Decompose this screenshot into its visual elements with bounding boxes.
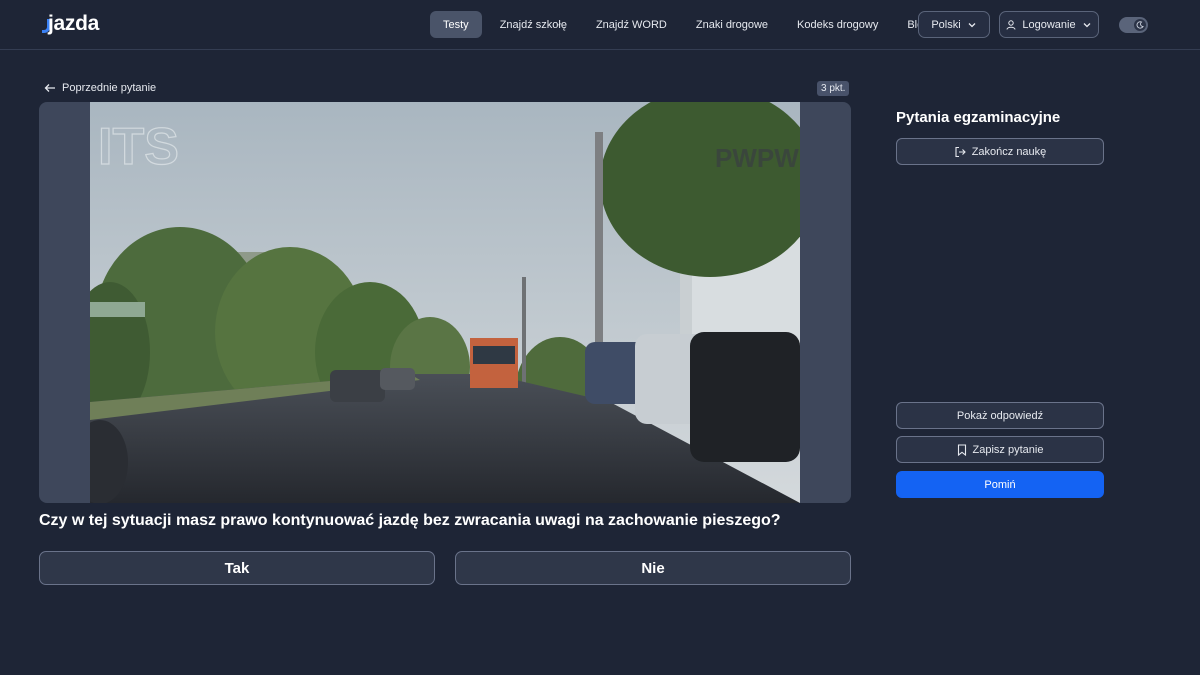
skip-button[interactable]: Pomiń (896, 471, 1104, 498)
skip-label: Pomiń (984, 478, 1016, 491)
pwpw-watermark: PWPW (715, 143, 799, 173)
answer-no-button[interactable]: Nie (455, 551, 851, 585)
save-question-button[interactable]: Zapisz pytanie (896, 436, 1104, 463)
nav-find-word[interactable]: Znajdź WORD (583, 11, 680, 38)
chevron-down-icon (968, 22, 976, 27)
points-badge: 3 pkt. (817, 81, 850, 96)
login-dropdown[interactable]: Logowanie (999, 11, 1099, 38)
logo[interactable]: jazda (42, 12, 99, 36)
nav-find-school[interactable]: Znajdź szkołę (487, 11, 580, 38)
previous-question-link[interactable]: Poprzednie pytanie (44, 80, 156, 96)
nav-tests[interactable]: Testy (430, 11, 482, 38)
logo-text: jazda (48, 12, 100, 35)
show-answer-label: Pokaż odpowiedź (956, 409, 1044, 422)
theme-toggle[interactable] (1119, 17, 1148, 33)
answer-yes-button[interactable]: Tak (39, 551, 435, 585)
main-nav: Testy Znajdź szkołę Znajdź WORD Znaki dr… (430, 11, 945, 38)
language-label: Polski (931, 18, 961, 31)
nav-road-signs[interactable]: Znaki drogowe (683, 11, 781, 38)
chevron-down-icon (1083, 22, 1091, 27)
login-label: Logowanie (1022, 18, 1076, 31)
bookmark-icon (957, 443, 966, 456)
previous-question-label: Poprzednie pytanie (62, 82, 157, 94)
language-select[interactable]: Polski (918, 11, 990, 38)
arrow-left-icon (44, 84, 55, 92)
finish-learning-label: Zakończ naukę (971, 145, 1047, 158)
its-watermark: ITS (98, 118, 179, 176)
street-scene-image: ITS PWPW (90, 102, 800, 503)
side-panel-title: Pytania egzaminacyjne (896, 109, 1061, 126)
moon-icon (1134, 19, 1146, 31)
save-question-label: Zapisz pytanie (972, 443, 1044, 456)
question-text: Czy w tej sytuacji masz prawo kontynuowa… (39, 512, 781, 529)
nav-road-code[interactable]: Kodeks drogowy (784, 11, 891, 38)
top-header: jazda Testy Znajdź szkołę Znajdź WORD Zn… (0, 0, 1200, 50)
question-media[interactable]: ITS PWPW (39, 102, 851, 503)
user-icon (1006, 19, 1016, 30)
finish-learning-button[interactable]: Zakończ naukę (896, 138, 1104, 165)
logout-icon (955, 146, 966, 157)
show-answer-button[interactable]: Pokaż odpowiedź (896, 402, 1104, 429)
